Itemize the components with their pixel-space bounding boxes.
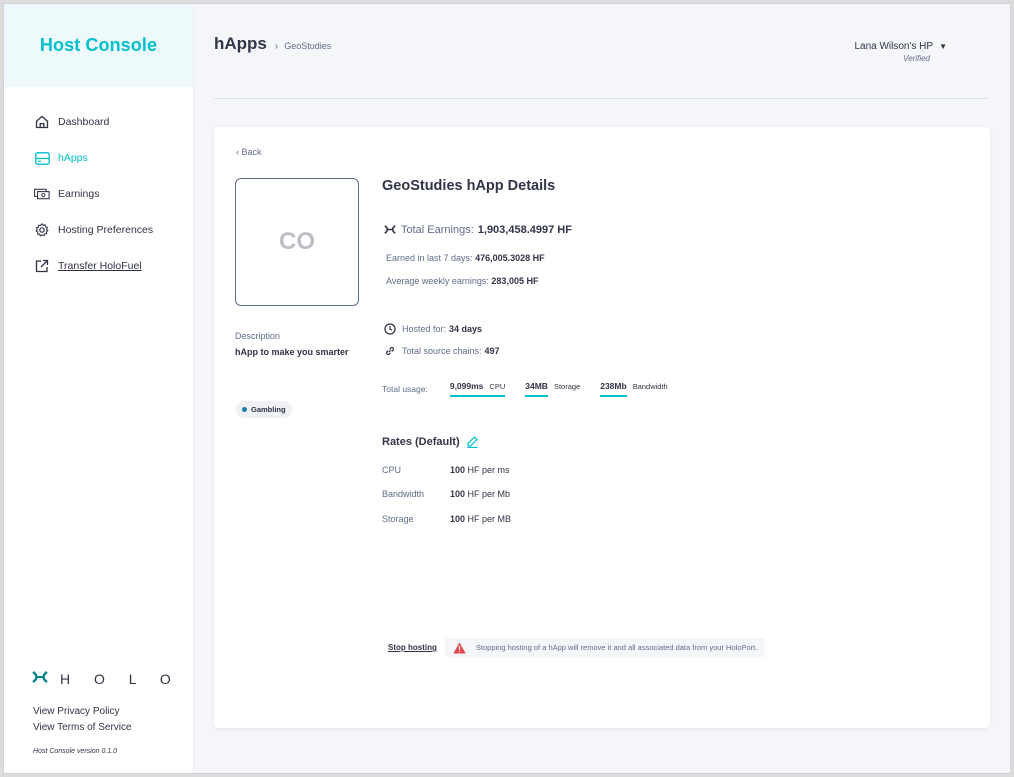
app-window: Host Console Dashboard hApps Earnings Ho…	[3, 3, 1011, 774]
version-text: Host Console version 0.1.0	[33, 748, 118, 755]
holo-logo: H O L O	[32, 670, 181, 687]
rate-amount: 100	[450, 514, 466, 524]
external-link-icon	[34, 258, 50, 274]
happ-thumbnail: CO	[235, 178, 359, 306]
warning-text: Stopping hosting of a hApp will remove i…	[475, 643, 758, 652]
sidebar-item-label: Dashboard	[58, 116, 110, 128]
tag-dot-icon	[242, 407, 247, 412]
thumbnail-initials: CO	[279, 228, 315, 255]
hosted-value: 34 days	[449, 324, 483, 334]
holo-x-icon	[32, 670, 48, 687]
usage-cpu-unit: CPU	[489, 382, 506, 391]
weekly-label: Average weekly earnings:	[386, 276, 489, 286]
stop-hosting-section: Stop hosting Stopping hosting of a hApp …	[388, 638, 766, 657]
home-icon	[34, 114, 50, 130]
category-tag: Gambling	[236, 401, 292, 418]
sidebar-item-happs[interactable]: hApps	[4, 140, 193, 176]
sidebar-nav: Dashboard hApps Earnings Hosting Prefere…	[4, 104, 193, 284]
chains-label: Total source chains:	[402, 346, 482, 356]
sidebar-item-earnings[interactable]: Earnings	[4, 176, 193, 212]
rate-unit: HF per MB	[467, 514, 512, 524]
warning-icon	[453, 642, 466, 654]
rate-row-bandwidth: Bandwidth 100 HF per Mb	[382, 489, 510, 499]
rate-name: Storage	[382, 514, 414, 524]
sidebar-item-label: Earnings	[58, 188, 100, 200]
back-button[interactable]: ‹ Back	[236, 147, 262, 157]
tag-label: Gambling	[251, 405, 286, 414]
chains-value: 497	[484, 346, 500, 356]
page-header: hApps › GeoStudies	[214, 34, 331, 54]
total-source-chains: Total source chains: 497	[384, 345, 500, 357]
rates-title: Rates (Default)	[382, 436, 478, 448]
usage-cpu-value: 9,099ms	[449, 381, 484, 391]
details-title: GeoStudies hApp Details	[382, 178, 556, 194]
sidebar-item-label: Hosting Preferences	[58, 224, 154, 236]
sidebar-item-dashboard[interactable]: Dashboard	[4, 104, 193, 140]
average-weekly-earnings: Average weekly earnings: 283,005 HF	[386, 276, 538, 286]
description-value: hApp to make you smarter	[235, 347, 349, 357]
usage-bandwidth-unit: Bandwidth	[632, 382, 668, 391]
sidebar-item-hosting-preferences[interactable]: Hosting Preferences	[4, 212, 193, 248]
usage-storage-value: 34MB	[525, 381, 548, 391]
total-earnings-value: 1,903,458.4997 HF	[477, 224, 572, 236]
happ-details-card: ‹ Back CO Description hApp to make you s…	[214, 127, 990, 728]
user-menu[interactable]: Lana Wilson's HP ▼ Verified	[852, 41, 947, 63]
rate-row-cpu: CPU 100 HF per ms	[382, 465, 510, 475]
privacy-policy-link[interactable]: View Privacy Policy	[33, 704, 132, 720]
rate-unit: HF per ms	[467, 465, 510, 475]
usage-storage: 34MB Storage	[525, 381, 580, 397]
usage-cpu: 9,099ms CPU	[449, 381, 506, 397]
last7-value: 476,005.3028 HF	[475, 253, 545, 263]
weekly-value: 283,005 HF	[491, 276, 539, 286]
money-icon	[34, 186, 50, 202]
caret-down-icon[interactable]: ▼	[939, 42, 947, 51]
rate-name: Bandwidth	[382, 489, 425, 499]
sidebar-item-label: Transfer HoloFuel	[58, 260, 142, 272]
terms-of-service-link[interactable]: View Terms of Service	[33, 720, 132, 736]
breadcrumb-separator: ›	[274, 41, 279, 52]
holofuel-icon	[384, 223, 396, 237]
user-status: Verified	[903, 54, 930, 63]
usage-bandwidth-value: 238Mb	[600, 381, 627, 391]
hosted-for: Hosted for: 34 days	[384, 323, 482, 335]
stop-hosting-warning: Stopping hosting of a hApp will remove i…	[444, 638, 766, 657]
description-label: Description	[235, 331, 281, 341]
user-name-row[interactable]: Lana Wilson's HP ▼	[852, 41, 947, 52]
footer-links: View Privacy Policy View Terms of Servic…	[33, 704, 132, 736]
rate-amount: 100	[450, 465, 466, 475]
header-divider	[214, 98, 988, 99]
page-title[interactable]: hApps	[214, 34, 267, 54]
earned-last-7-days: Earned in last 7 days: 476,005.3028 HF	[386, 253, 545, 263]
rate-row-storage: Storage 100 HF per MB	[382, 514, 511, 524]
total-earnings-label: Total Earnings:	[401, 224, 474, 236]
rates-title-text: Rates (Default)	[382, 436, 460, 448]
clock-icon	[384, 323, 396, 335]
breadcrumb: GeoStudies	[284, 41, 332, 51]
hosted-label: Hosted for:	[402, 324, 447, 334]
stop-hosting-button[interactable]: Stop hosting	[388, 643, 437, 652]
brand-title: Host Console	[39, 35, 158, 55]
usage-label: Total usage:	[382, 384, 428, 394]
sidebar-item-label: hApps	[58, 152, 88, 164]
user-name[interactable]: Lana Wilson's HP	[854, 41, 933, 52]
total-earnings: Total Earnings: 1,903,458.4997 HF	[384, 223, 572, 237]
happs-icon	[34, 150, 50, 166]
edit-pencil-icon[interactable]	[467, 436, 478, 448]
link-icon	[384, 345, 396, 357]
sidebar: Host Console Dashboard hApps Earnings Ho…	[4, 4, 194, 773]
usage-storage-unit: Storage	[553, 382, 581, 391]
rate-name: CPU	[382, 465, 402, 475]
holo-wordmark: H O L O	[60, 670, 181, 687]
usage-bandwidth: 238Mb Bandwidth	[600, 381, 668, 397]
rate-unit: HF per Mb	[467, 489, 511, 499]
sidebar-item-transfer-holofuel[interactable]: Transfer HoloFuel	[4, 248, 193, 284]
gear-icon	[34, 222, 50, 238]
last7-label: Earned in last 7 days:	[386, 253, 473, 263]
brand-banner: Host Console	[4, 4, 193, 87]
rate-amount: 100	[450, 489, 466, 499]
total-usage: Total usage: 9,099ms CPU 34MB Storage 238M…	[382, 381, 688, 397]
